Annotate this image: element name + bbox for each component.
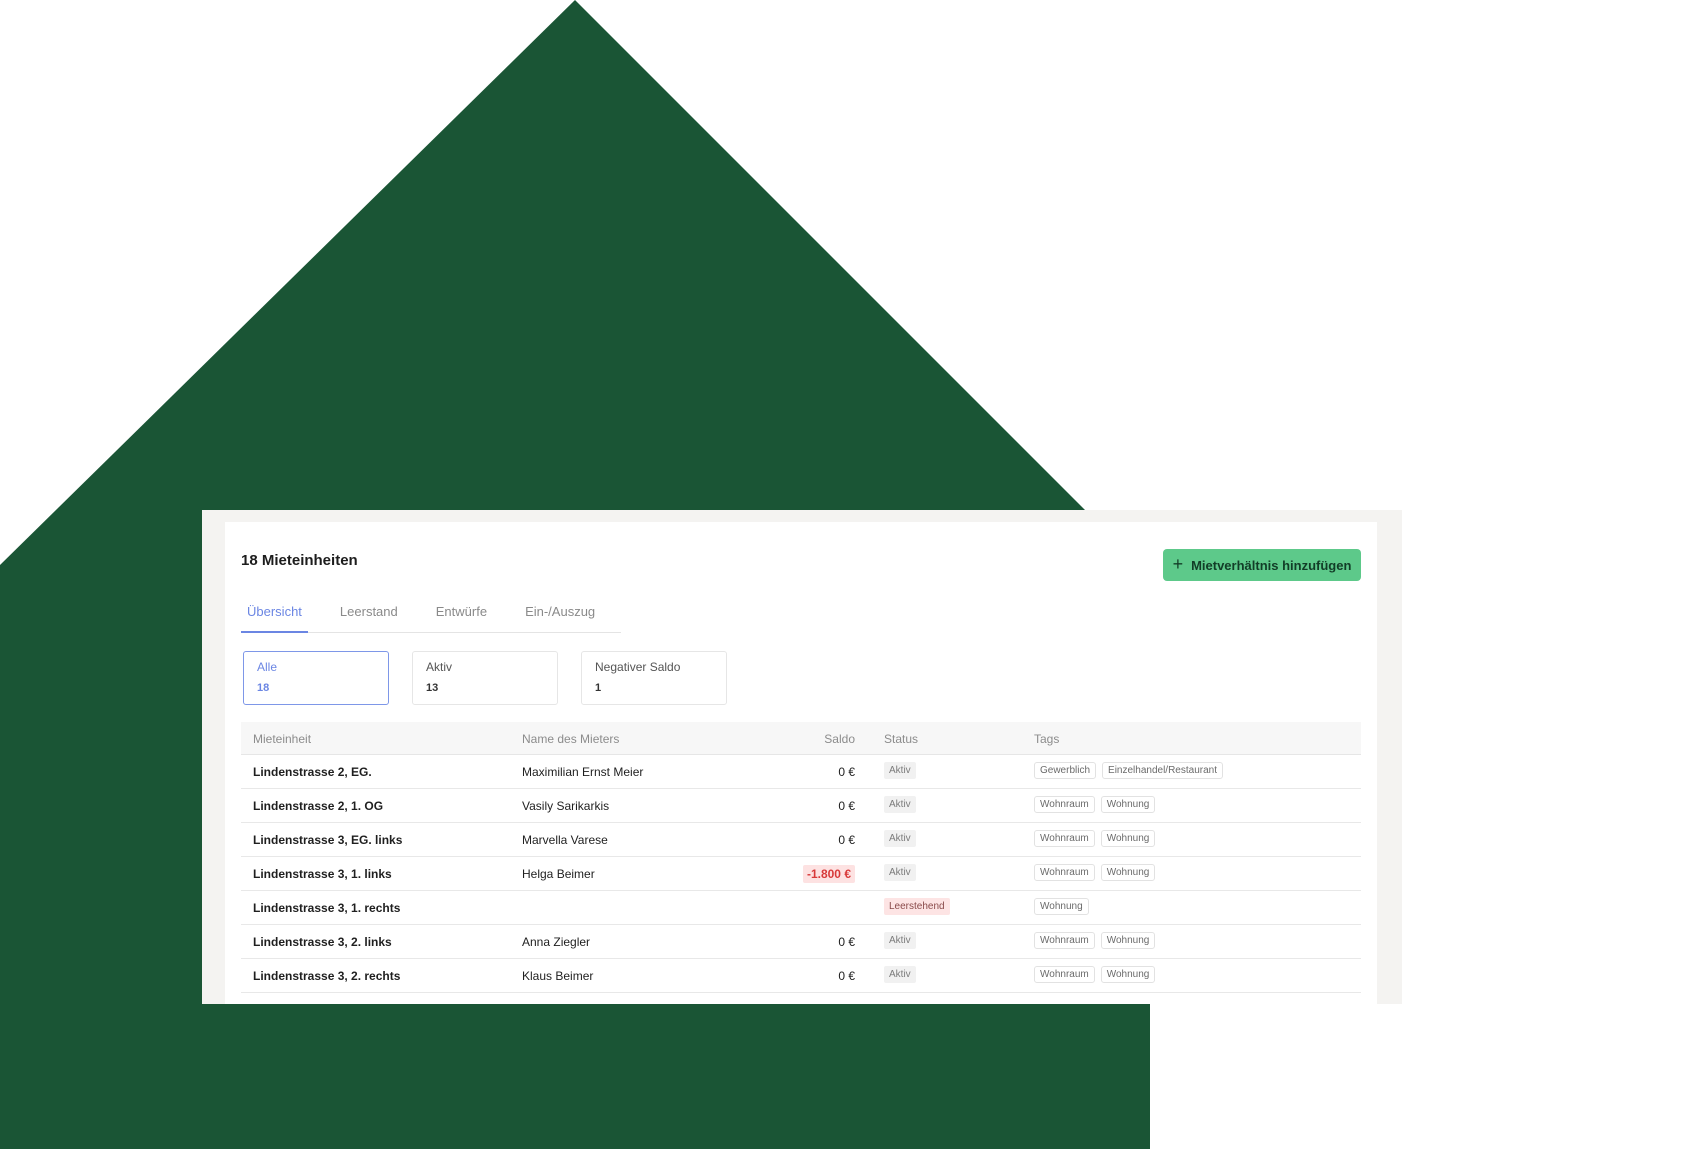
- tenant-cell: Anna Ziegler: [522, 935, 591, 949]
- tag-chip: Gewerblich: [1034, 762, 1097, 779]
- tenant-cell: Vasily Sarikarkis: [522, 799, 610, 813]
- add-tenancy-label: Mietverhältnis hinzufügen: [1191, 557, 1352, 573]
- unit-cell: Lindenstrasse 3, EG. links: [253, 833, 403, 847]
- status-cell: Leerstehend: [884, 898, 950, 915]
- tab-overview[interactable]: Übersicht: [241, 598, 308, 633]
- tag-chip: Wohnraum: [1034, 830, 1095, 847]
- status-badge: Aktiv: [884, 966, 916, 983]
- status-cell: Aktiv: [884, 864, 916, 881]
- tags-cell: Wohnraum Wohnung: [1034, 966, 1161, 983]
- table-row[interactable]: Lindenstrasse 3, 1. links Helga Beimer -…: [241, 857, 1361, 891]
- status-badge-vacant: Leerstehend: [884, 898, 950, 915]
- tenant-cell: Maximilian Ernst Meier: [522, 765, 644, 779]
- saldo-cell-negative: -1.800 €: [802, 865, 855, 883]
- filter-card-all[interactable]: Alle 18: [243, 651, 389, 705]
- tag-chip: Wohnung: [1100, 830, 1156, 847]
- tag-chip: Wohnung: [1100, 966, 1156, 983]
- units-panel: 18 Mieteinheiten + Mietverhältnis hinzuf…: [225, 522, 1377, 1004]
- unit-cell: Lindenstrasse 3, 1. rechts: [253, 901, 401, 915]
- unit-cell: Lindenstrasse 3, 1. links: [253, 867, 392, 881]
- saldo-cell: 0 €: [838, 765, 855, 779]
- status-badge: Aktiv: [884, 864, 916, 881]
- saldo-cell: 0 €: [838, 969, 855, 983]
- tag-chip: Wohnraum: [1034, 966, 1095, 983]
- saldo-cell: 0 €: [838, 799, 855, 813]
- tags-cell: Wohnraum Wohnung: [1034, 830, 1161, 847]
- table-row[interactable]: Lindenstrasse 3, 2. links Anna Ziegler 0…: [241, 925, 1361, 959]
- table-row[interactable]: Lindenstrasse 3, EG. links Marvella Vare…: [241, 823, 1361, 857]
- plus-icon: +: [1172, 554, 1184, 574]
- tag-chip: Wohnung: [1100, 932, 1156, 949]
- tab-move-in-out[interactable]: Ein-/Auszug: [525, 598, 595, 626]
- app-window: 18 Mieteinheiten + Mietverhältnis hinzuf…: [202, 510, 1402, 1004]
- tenant-cell: Marvella Varese: [522, 833, 608, 847]
- unit-cell: Lindenstrasse 3, 2. rechts: [253, 969, 401, 983]
- column-header-unit[interactable]: Mieteinheit: [253, 732, 311, 746]
- table-row[interactable]: Lindenstrasse 2, EG. Maximilian Ernst Me…: [241, 755, 1361, 789]
- column-header-status[interactable]: Status: [884, 732, 918, 746]
- table-row[interactable]: Lindenstrasse 3, 1. rechts Leerstehend W…: [241, 891, 1361, 925]
- page-title: 18 Mieteinheiten: [241, 552, 358, 569]
- status-cell: Aktiv: [884, 796, 916, 813]
- tags-cell: Wohnraum Wohnung: [1034, 864, 1161, 881]
- tag-chip: Wohnung: [1100, 864, 1156, 881]
- filter-card-label: Alle: [257, 660, 278, 674]
- tag-chip: Wohnraum: [1034, 796, 1095, 813]
- tags-cell: Gewerblich Einzelhandel/Restaurant: [1034, 762, 1229, 779]
- status-cell: Aktiv: [884, 830, 916, 847]
- table-header: Mieteinheit Name des Mieters Saldo Statu…: [241, 722, 1361, 755]
- unit-cell: Lindenstrasse 2, 1. OG: [253, 799, 384, 813]
- column-header-tags[interactable]: Tags: [1034, 732, 1059, 746]
- status-badge: Aktiv: [884, 762, 916, 779]
- column-header-saldo[interactable]: Saldo: [824, 732, 855, 746]
- tab-vacancy[interactable]: Leerstand: [340, 598, 398, 626]
- table-row[interactable]: Lindenstrasse 3, 2. rechts Klaus Beimer …: [241, 959, 1361, 993]
- unit-cell: Lindenstrasse 3, 2. links: [253, 935, 392, 949]
- tag-chip: Wohnraum: [1034, 864, 1095, 881]
- status-cell: Aktiv: [884, 762, 916, 779]
- tenant-cell: Klaus Beimer: [522, 969, 594, 983]
- units-table: Mieteinheit Name des Mieters Saldo Statu…: [241, 722, 1361, 993]
- table-row[interactable]: Lindenstrasse 2, 1. OG Vasily Sarikarkis…: [241, 789, 1361, 823]
- filter-card-negative-balance[interactable]: Negativer Saldo 1: [581, 651, 727, 705]
- tab-drafts[interactable]: Entwürfe: [436, 598, 487, 626]
- filter-card-count: 18: [257, 682, 270, 694]
- column-header-tenant[interactable]: Name des Mieters: [522, 732, 619, 746]
- filter-card-label: Negativer Saldo: [595, 660, 681, 674]
- filter-card-count: 13: [426, 682, 439, 694]
- filter-card-label: Aktiv: [426, 660, 453, 674]
- status-badge: Aktiv: [884, 830, 916, 847]
- saldo-cell: 0 €: [838, 833, 855, 847]
- tag-chip: Wohnung: [1100, 796, 1156, 813]
- status-cell: Aktiv: [884, 932, 916, 949]
- unit-cell: Lindenstrasse 2, EG.: [253, 765, 372, 779]
- filter-card-count: 1: [595, 682, 602, 694]
- tenant-cell: Helga Beimer: [522, 867, 595, 881]
- status-cell: Aktiv: [884, 966, 916, 983]
- tag-chip: Einzelhandel/Restaurant: [1102, 762, 1223, 779]
- filter-card-active[interactable]: Aktiv 13: [412, 651, 558, 705]
- tag-chip: Wohnraum: [1034, 932, 1095, 949]
- tags-cell: Wohnraum Wohnung: [1034, 796, 1161, 813]
- status-badge: Aktiv: [884, 932, 916, 949]
- tags-cell: Wohnraum Wohnung: [1034, 932, 1161, 949]
- saldo-cell: 0 €: [838, 935, 855, 949]
- status-badge: Aktiv: [884, 796, 916, 813]
- tab-bar: Übersicht Leerstand Entwürfe Ein-/Auszug: [241, 598, 621, 633]
- add-tenancy-button[interactable]: + Mietverhältnis hinzufügen: [1163, 549, 1361, 581]
- tags-cell: Wohnung: [1034, 898, 1095, 915]
- tag-chip: Wohnung: [1034, 898, 1089, 915]
